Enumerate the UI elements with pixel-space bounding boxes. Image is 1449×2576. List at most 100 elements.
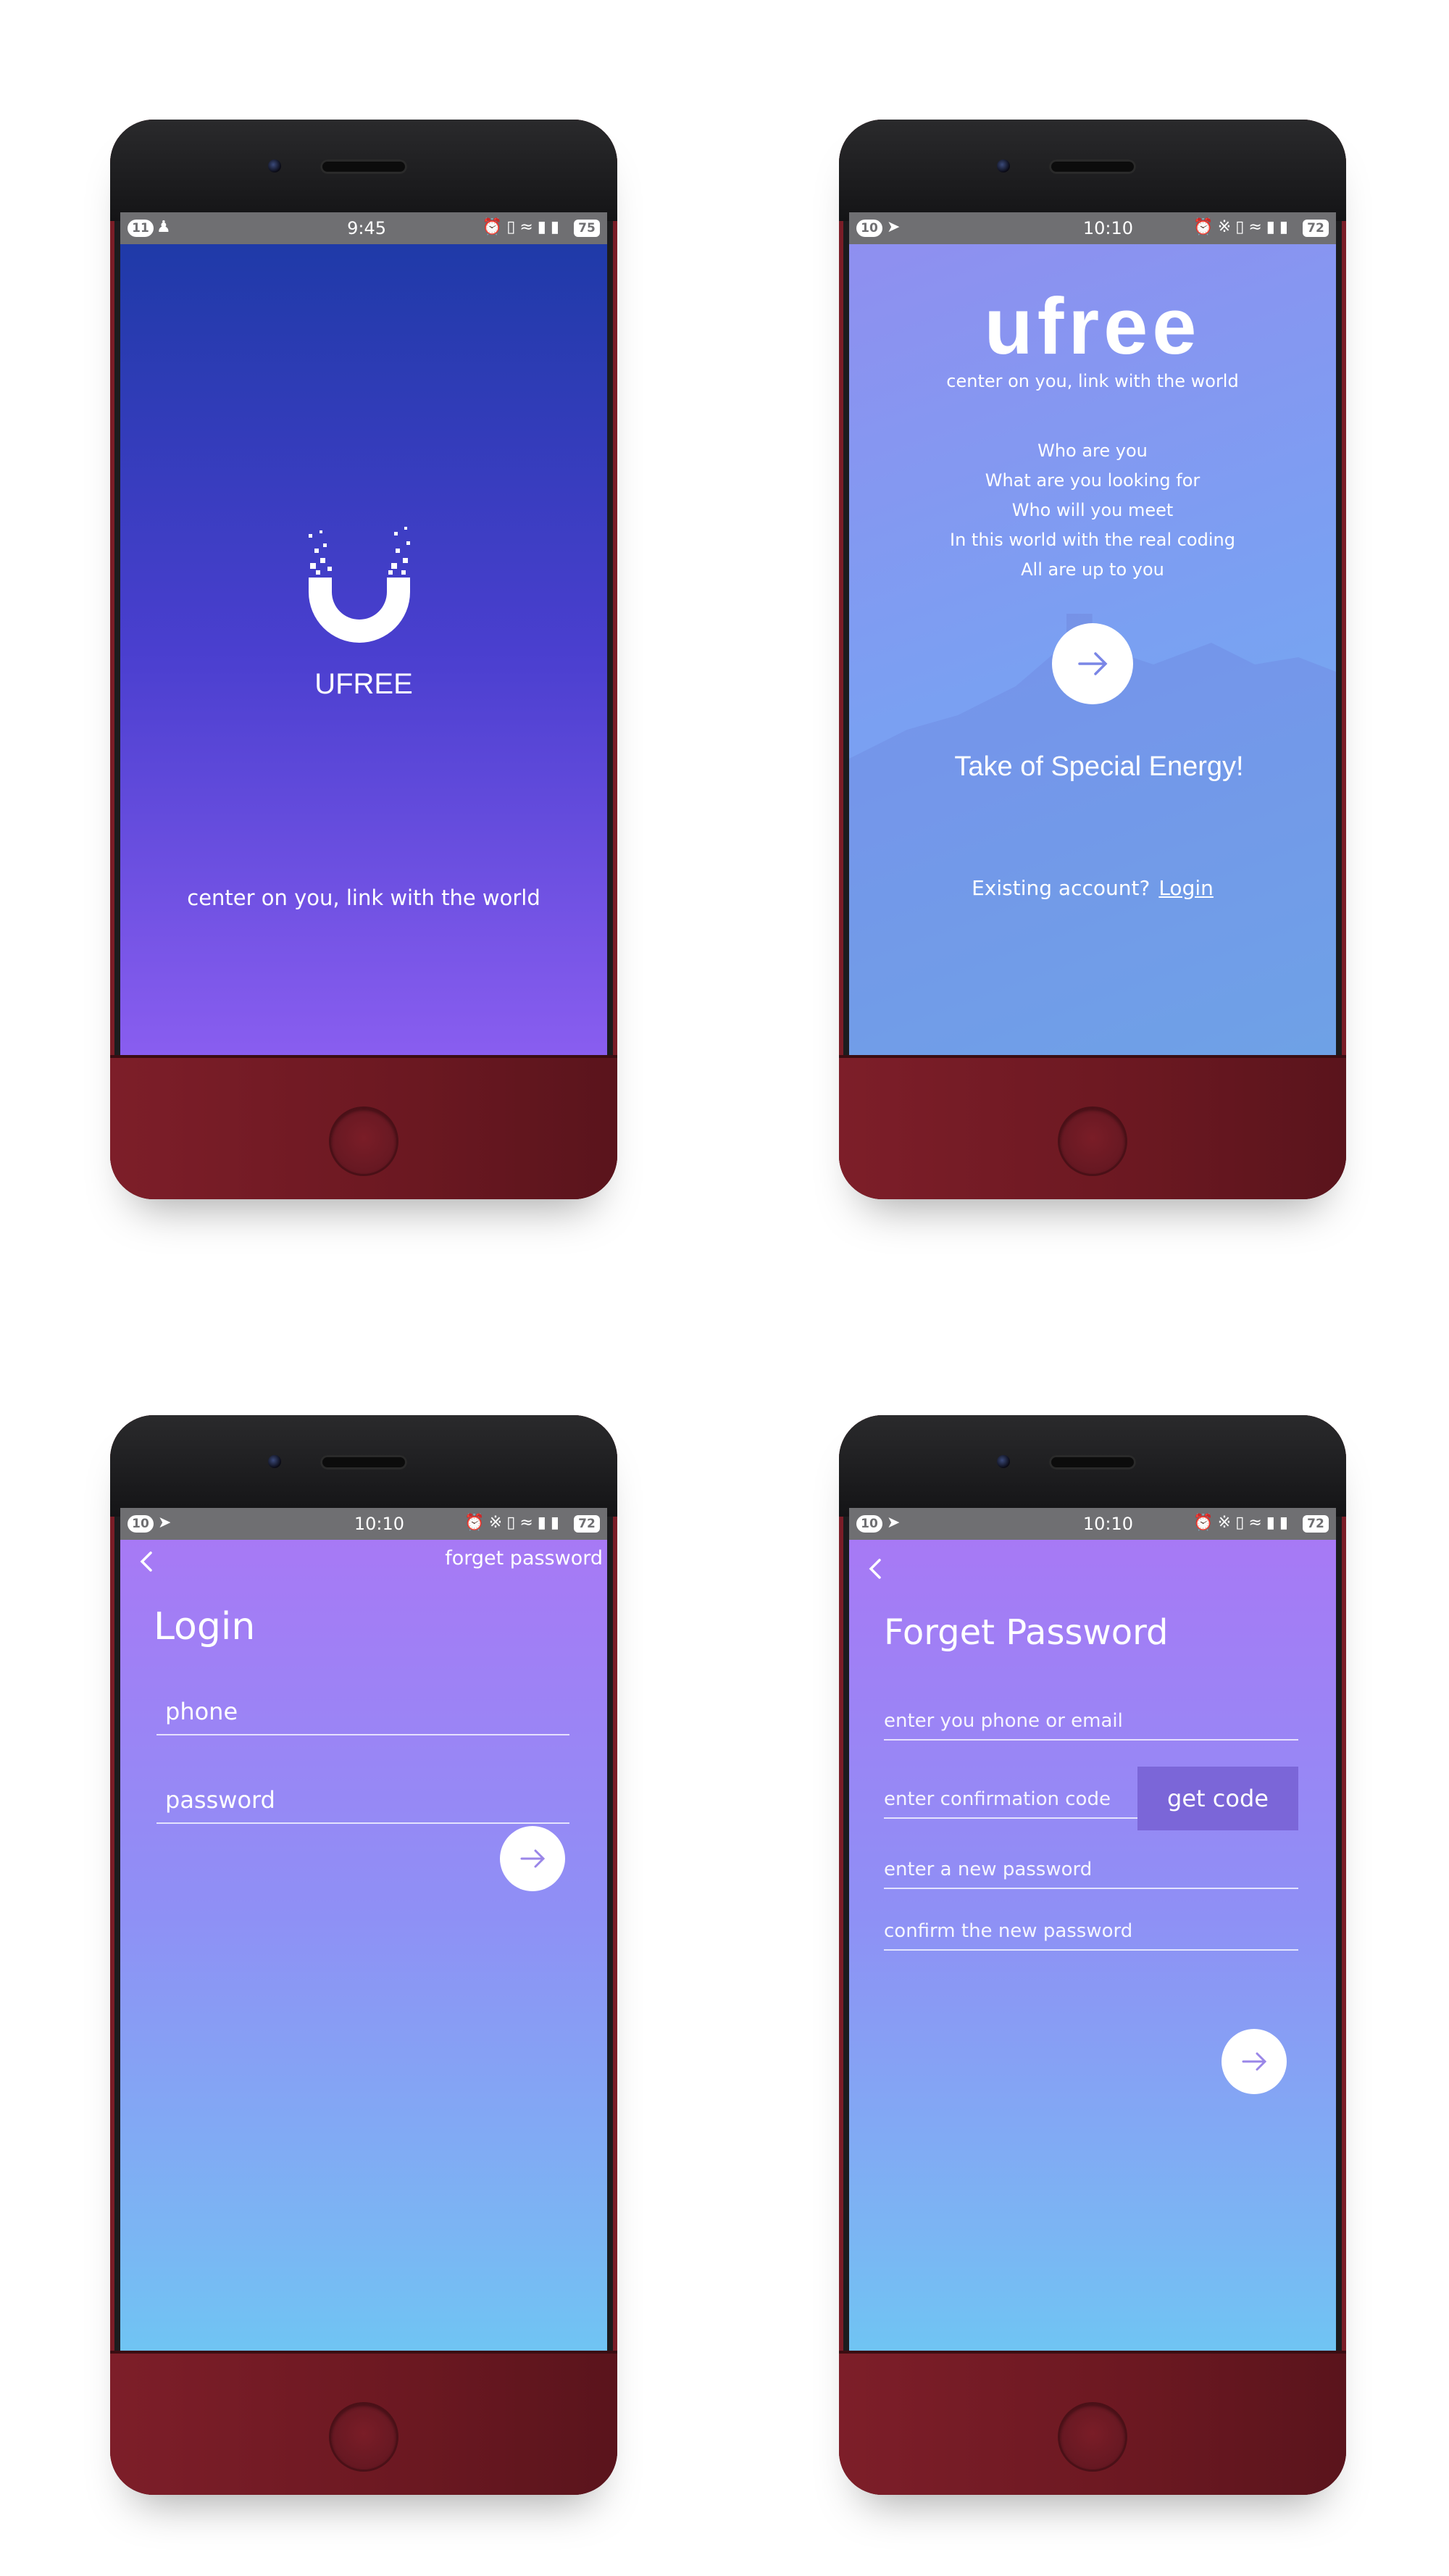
vibrate-icon: ▯ [1235,1514,1249,1532]
tagline: center on you, link with the world [187,885,540,910]
camera-icon [268,1455,281,1468]
wifi-icon: ≈ [519,1514,538,1532]
wifi-icon: ≈ [1248,1514,1266,1532]
speaker-grille [1049,1455,1136,1470]
login-content: forget password Login phone password [120,1540,607,2356]
next-button[interactable] [1052,623,1133,704]
status-icons: ⏰※▯≈▮▮ [464,1514,564,1532]
signal-icon: ▮ [1266,218,1279,236]
signal-icon: ▮ [1266,1514,1279,1532]
signal-icon: ▮ [1279,1514,1293,1532]
phone-splash: 11 ♟ 9:45 ⏰▯≈▮▮ 75 UFREE center on you, … [110,120,617,1199]
status-time: 10:10 [1082,1514,1133,1534]
ufree-logo: ufree [984,282,1201,371]
status-time: 10:10 [354,1514,404,1534]
status-bar: 10 ➤ 10:10 ⏰※▯≈▮▮ 72 [849,212,1336,244]
splash-content: UFREE center on you, link with the world [120,244,607,1060]
new-password-field[interactable]: enter a new password [884,1851,1298,1889]
battery-indicator: 72 [1303,220,1329,237]
home-button[interactable] [331,2404,396,2469]
contact-icon: ♟ [156,218,171,236]
phone-or-email-field[interactable]: enter you phone or email [884,1703,1298,1741]
new-password-placeholder: enter a new password [884,1859,1093,1880]
phone-forget-password: 10 ➤ 10:10 ⏰※▯≈▮▮ 72 Forget Password ent… [839,1415,1346,2495]
battery-indicator: 72 [1303,1515,1329,1533]
status-bar: 10 ➤ 10:10 ⏰※▯≈▮▮ 72 [849,1508,1336,1540]
signal-icon: ▮ [537,1514,551,1532]
camera-icon [268,159,281,172]
camera-icon [997,159,1010,172]
speaker-grille [320,159,407,174]
bluetooth-icon: ※ [488,1514,507,1532]
phone-login: 10 ➤ 10:10 ⏰※▯≈▮▮ 72 forget password Log… [110,1415,617,2495]
forget-password-content: Forget Password enter you phone or email… [849,1540,1336,2356]
arrow-right-icon [1078,652,1108,675]
back-chevron-icon[interactable] [136,1547,158,1576]
brand-name: UFREE [314,668,413,700]
notification-count-badge: 10 [856,220,882,237]
get-code-button[interactable]: get code [1137,1767,1298,1830]
status-bar: 10 ➤ 10:10 ⏰※▯≈▮▮ 72 [120,1508,607,1540]
wifi-icon: ≈ [519,218,538,236]
signal-icon: ▮ [1279,218,1293,236]
wifi-icon: ≈ [1248,218,1266,236]
speaker-grille [320,1455,407,1470]
vibrate-icon: ▯ [506,1514,520,1532]
phone-placeholder: phone [165,1698,238,1725]
password-placeholder: password [165,1786,275,1814]
confirm-password-placeholder: confirm the new password [884,1920,1133,1942]
phone-welcome: 10 ➤ 10:10 ⏰※▯≈▮▮ 72 ufree center on you… [839,120,1346,1199]
screen: 10 ➤ 10:10 ⏰※▯≈▮▮ 72 ufree center on you… [849,212,1336,1060]
existing-account-row: Existing account? Login [849,876,1336,900]
vibrate-icon: ▯ [1235,218,1249,236]
status-icons: ⏰▯≈▮▮ [483,218,564,236]
reset-submit-button[interactable] [1222,2029,1287,2094]
page-title: Login [154,1605,256,1648]
status-time: 9:45 [347,218,386,238]
arrow-right-icon [1242,2052,1267,2071]
poem-line: Who will you meet [1011,500,1174,520]
screen: 10 ➤ 10:10 ⏰※▯≈▮▮ 72 forget password Log… [120,1508,607,2356]
welcome-content: ufree center on you, link with the world… [849,244,1336,1060]
confirmation-code-placeholder: enter confirmation code [884,1788,1111,1810]
notification-count-badge: 10 [128,1515,154,1533]
home-button[interactable] [1060,1109,1125,1174]
phone-or-email-placeholder: enter you phone or email [884,1710,1123,1732]
bluetooth-icon: ※ [1217,218,1236,236]
signal-icon: ▮ [550,218,564,236]
forget-password-link[interactable]: forget password [445,1547,603,1570]
phone-field[interactable]: phone [156,1692,569,1735]
status-time: 10:10 [1082,218,1133,238]
intro-poem: Who are you What are you looking for Who… [849,436,1336,585]
notification-count-badge: 10 [856,1515,882,1533]
poem-line: What are you looking for [985,470,1200,491]
poem-line: In this world with the real coding [950,530,1235,550]
subtitle: center on you, link with the world [946,371,1239,391]
existing-account-label: Existing account? [972,876,1151,900]
signal-icon: ▮ [550,1514,564,1532]
alarm-icon: ⏰ [464,1514,489,1532]
status-icons: ⏰※▯≈▮▮ [1193,218,1293,236]
signal-icon: ▮ [537,218,551,236]
speaker-grille [1049,159,1136,174]
confirm-password-field[interactable]: confirm the new password [884,1909,1298,1951]
password-field[interactable]: password [156,1783,569,1824]
vibrate-icon: ▯ [506,218,520,236]
location-arrow-icon: ➤ [887,218,901,236]
login-link[interactable]: Login [1158,876,1214,900]
u-magnet-logo-icon [309,527,410,643]
headline: Take of Special Energy! [954,751,1244,782]
bluetooth-icon: ※ [1217,1514,1236,1532]
arrow-right-icon [520,1849,546,1868]
alarm-icon: ⏰ [1193,218,1218,236]
back-chevron-icon[interactable] [865,1554,887,1583]
location-arrow-icon: ➤ [158,1514,172,1532]
battery-indicator: 72 [574,1515,600,1533]
login-submit-button[interactable] [500,1826,565,1891]
home-button[interactable] [1060,2404,1125,2469]
alarm-icon: ⏰ [1193,1514,1218,1532]
poem-line: All are up to you [1021,559,1164,580]
camera-icon [997,1455,1010,1468]
notification-count-badge: 11 [128,220,154,237]
home-button[interactable] [331,1109,396,1174]
